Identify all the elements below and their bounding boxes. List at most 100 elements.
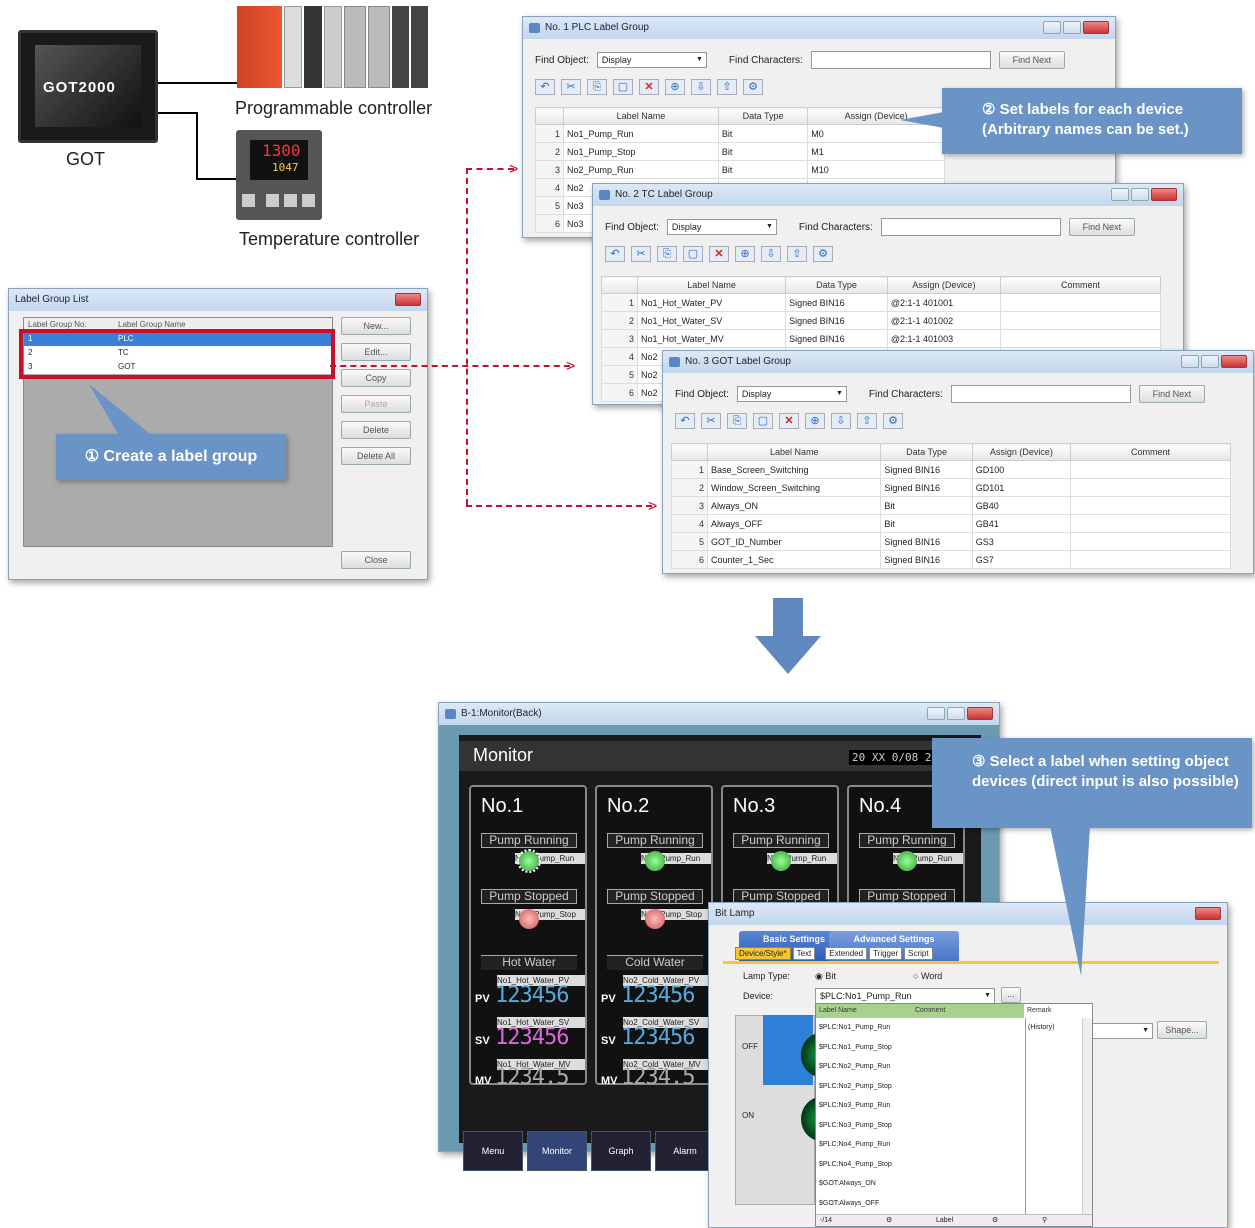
table-row[interactable]: 2 Window_Screen_Switching Signed BIN16 GD10… <box>671 478 1231 497</box>
nav-alarm-button[interactable]: Alarm <box>655 1131 715 1171</box>
shape-button[interactable]: Shape... <box>1157 1021 1207 1039</box>
copy-icon[interactable]: ⎘ <box>727 413 747 429</box>
settings-icon[interactable]: ⚙ <box>743 79 763 95</box>
delete-icon[interactable]: ✕ <box>779 413 799 429</box>
delete-button[interactable]: Delete <box>341 421 411 439</box>
paste-button[interactable]: Paste <box>341 395 411 413</box>
shape-select[interactable] <box>1083 1023 1153 1039</box>
export-icon[interactable]: ⇧ <box>787 246 807 262</box>
stop-lamp[interactable] <box>519 909 539 929</box>
table-row[interactable]: 1 No1_Pump_Run Bit M0 <box>535 124 945 143</box>
subtab-extended[interactable]: Extended <box>825 947 868 960</box>
stop-lamp[interactable] <box>645 909 665 929</box>
copy-icon[interactable]: ⎘ <box>657 246 677 262</box>
cut-icon[interactable]: ✂ <box>631 246 651 262</box>
device-browse-button[interactable]: ... <box>1001 987 1021 1003</box>
table-row[interactable]: 3 No2_Pump_Run Bit M10 <box>535 160 945 179</box>
close-icon[interactable] <box>1083 21 1109 34</box>
subtab-trigger[interactable]: Trigger <box>869 947 903 960</box>
nav-graph-button[interactable]: Graph <box>591 1131 651 1171</box>
table-row[interactable]: 2 No1_Pump_Stop Bit M1 <box>535 142 945 161</box>
maximize-icon[interactable] <box>1063 21 1081 34</box>
settings-icon[interactable]: ⚙ <box>813 246 833 262</box>
list-item[interactable]: $PLC:No4_Pump_Run <box>816 1135 1092 1155</box>
subtab-device-style[interactable]: Device/Style* <box>735 947 791 960</box>
table-row[interactable]: 4 Always_OFF Bit GB41 <box>671 514 1231 533</box>
copy-icon[interactable]: ⎘ <box>587 79 607 95</box>
cut-icon[interactable]: ✂ <box>701 413 721 429</box>
close-button[interactable]: Close <box>341 551 411 569</box>
device-input[interactable]: $PLC:No1_Pump_Run <box>815 988 995 1004</box>
list-item[interactable]: $PLC:No1_Pump_Stop <box>816 1038 1092 1058</box>
label-select-dropdown[interactable]: Label Name Comment Remark (History) $PLC… <box>815 1003 1093 1227</box>
nav-monitor-button[interactable]: Monitor <box>527 1131 587 1171</box>
table-row[interactable]: 3 Always_ON Bit GB40 <box>671 496 1231 515</box>
copy-button[interactable]: Copy <box>341 369 411 387</box>
table-row[interactable]: 3 No1_Hot_Water_MV Signed BIN16 @2:1-1 4010… <box>601 329 1161 348</box>
run-lamp[interactable] <box>771 851 791 871</box>
find-object-select[interactable]: Display <box>666 219 777 235</box>
delete-icon[interactable]: ✕ <box>709 246 729 262</box>
insert-row-icon[interactable]: ⊕ <box>735 246 755 262</box>
delete-icon[interactable]: ✕ <box>639 79 659 95</box>
find-next-button[interactable]: Find Next <box>1068 218 1135 236</box>
table-row[interactable]: 1 No1_Hot_Water_PV Signed BIN16 @2:1-1 4010… <box>601 293 1161 312</box>
minimize-icon[interactable] <box>1181 355 1199 368</box>
settings-icon[interactable]: ⚙ <box>883 413 903 429</box>
close-icon[interactable] <box>1195 907 1221 920</box>
table-row[interactable]: 5 GOT_ID_Number Signed BIN16 GS3 <box>671 532 1231 551</box>
insert-row-icon[interactable]: ⊕ <box>805 413 825 429</box>
find-characters-input[interactable] <box>880 218 1061 236</box>
radio-bit[interactable]: ◉ Bit <box>815 971 836 982</box>
find-characters-input[interactable] <box>810 51 991 69</box>
list-item[interactable]: $GOT:Always_ON <box>816 1174 1092 1194</box>
new-button[interactable]: New... <box>341 317 411 335</box>
find-characters-input[interactable] <box>950 385 1131 403</box>
import-icon[interactable]: ⇩ <box>831 413 851 429</box>
import-icon[interactable]: ⇩ <box>691 79 711 95</box>
list-item[interactable]: $PLC:No2_Pump_Run <box>816 1057 1092 1077</box>
paste-icon[interactable]: ▢ <box>683 246 703 262</box>
paste-icon[interactable]: ▢ <box>613 79 633 95</box>
find-object-select[interactable]: Display <box>596 52 707 68</box>
list-item[interactable]: $PLC:No3_Pump_Stop <box>816 1116 1092 1136</box>
filter-icon[interactable]: ⚲ <box>1042 1215 1047 1226</box>
run-lamp[interactable] <box>645 851 665 871</box>
table-row[interactable]: 6 Counter_1_Sec Signed BIN16 GS7 <box>671 550 1231 569</box>
gear-icon[interactable]: ⚙ <box>886 1215 936 1226</box>
export-icon[interactable]: ⇧ <box>857 413 877 429</box>
export-icon[interactable]: ⇧ <box>717 79 737 95</box>
maximize-icon[interactable] <box>1131 188 1149 201</box>
run-lamp[interactable] <box>897 851 917 871</box>
minimize-icon[interactable] <box>927 707 945 720</box>
radio-word[interactable]: ○ Word <box>913 971 942 981</box>
insert-row-icon[interactable]: ⊕ <box>665 79 685 95</box>
edit-button[interactable]: Edit... <box>341 343 411 361</box>
cut-icon[interactable]: ✂ <box>561 79 581 95</box>
find-next-button[interactable]: Find Next <box>998 51 1065 69</box>
close-icon[interactable] <box>1151 188 1177 201</box>
list-item[interactable]: $GOT:Always_OFF <box>816 1194 1092 1214</box>
import-icon[interactable]: ⇩ <box>761 246 781 262</box>
settings-icon[interactable]: ⚙ <box>992 1215 1042 1226</box>
table-row[interactable]: 1 Base_Screen_Switching Signed BIN16 GD100 <box>671 460 1231 479</box>
list-item[interactable]: $PLC:No4_Pump_Stop <box>816 1155 1092 1175</box>
list-item[interactable]: $PLC:No3_Pump_Run <box>816 1096 1092 1116</box>
close-icon[interactable] <box>967 707 993 720</box>
subtab-script[interactable]: Script <box>904 947 933 960</box>
subtab-text[interactable]: Text <box>792 947 816 960</box>
table-row[interactable]: 2 No1_Hot_Water_SV Signed BIN16 @2:1-1 4010… <box>601 311 1161 330</box>
minimize-icon[interactable] <box>1111 188 1129 201</box>
maximize-icon[interactable] <box>947 707 965 720</box>
minimize-icon[interactable] <box>1043 21 1061 34</box>
undo-icon[interactable]: ↶ <box>675 413 695 429</box>
close-icon[interactable] <box>1221 355 1247 368</box>
delete-all-button[interactable]: Delete All <box>341 447 411 465</box>
paste-icon[interactable]: ▢ <box>753 413 773 429</box>
undo-icon[interactable]: ↶ <box>535 79 555 95</box>
run-lamp[interactable] <box>517 849 541 873</box>
list-item[interactable]: $PLC:No2_Pump_Stop <box>816 1077 1092 1097</box>
find-object-select[interactable]: Display <box>736 386 847 402</box>
find-next-button[interactable]: Find Next <box>1138 385 1205 403</box>
undo-icon[interactable]: ↶ <box>605 246 625 262</box>
